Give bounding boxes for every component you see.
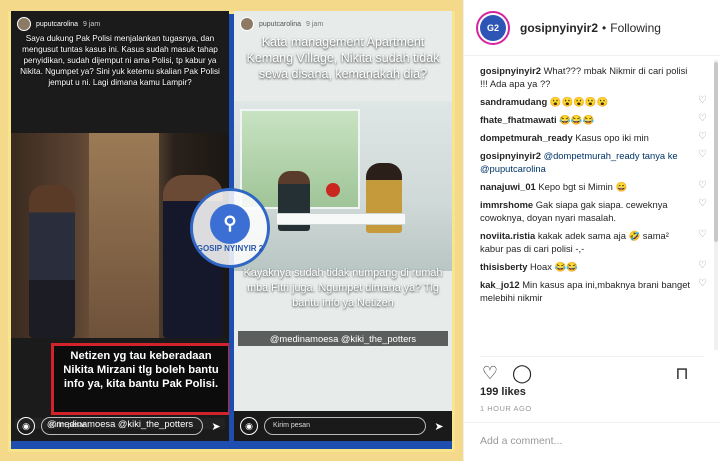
- comment-text: 😮😮😮😮😮: [549, 96, 609, 107]
- comment-text: Hoax 😂😂: [530, 261, 578, 272]
- story-message-field[interactable]: Kirim pesan: [41, 417, 203, 435]
- heart-icon[interactable]: ♡: [698, 114, 708, 124]
- story-username: puputcarolina: [36, 20, 79, 28]
- comment-item: dompetmurah_ready Kasus opo iki min ♡: [480, 131, 710, 144]
- comment-item: immrshome Gak siapa gak siapa. ceweknya …: [480, 198, 710, 224]
- story-caption-top: Kata management Apartment Kemang Village…: [246, 35, 440, 81]
- heart-icon[interactable]: ♡: [698, 181, 708, 191]
- post-timestamp: 1 HOUR AGO: [480, 404, 532, 413]
- instagram-post-view: puputcarolina 9 jam Saya dukung Pak Poli…: [0, 0, 720, 461]
- avatar-logo-icon: G2: [480, 14, 506, 41]
- table: [276, 213, 406, 225]
- story-time: 9 jam: [83, 20, 101, 28]
- highlighted-notice: Netizen yg tau keberadaan Nikita Mirzani…: [51, 343, 229, 415]
- story-reply-bar: ◉ Kirim pesan ➤: [234, 411, 452, 441]
- heart-icon[interactable]: ♡: [698, 96, 708, 106]
- profile-avatar[interactable]: G2: [476, 10, 510, 45]
- comment-username[interactable]: thisisberty: [480, 261, 527, 272]
- story-caption: Saya dukung Pak Polisi menjalankan tugas…: [20, 34, 220, 87]
- story-username: puputcarolina: [259, 20, 302, 28]
- post-image[interactable]: puputcarolina 9 jam Saya dukung Pak Poli…: [0, 0, 463, 461]
- heart-icon[interactable]: ♡: [698, 150, 708, 160]
- comment-username[interactable]: nanajuwi_01: [480, 181, 536, 192]
- scrollbar-thumb[interactable]: [714, 62, 718, 242]
- story-header: puputcarolina 9 jam: [240, 17, 323, 31]
- comment-item: nanajuwi_01 Kepo bgt si Mimin 😄 ♡: [480, 180, 710, 193]
- heart-icon[interactable]: ♡: [698, 132, 708, 142]
- comment-item: kak_jo12 Min kasus apa ini,mbaknya brani…: [480, 278, 710, 304]
- story-mention: @medinamoesa @kiki_the_potters: [238, 331, 448, 346]
- story-avatar: [17, 17, 31, 31]
- comment-username[interactable]: gosipnyinyir2: [480, 150, 541, 161]
- comment-text: Kasus opo iki min: [575, 132, 649, 143]
- comment-username[interactable]: dompetmurah_ready: [480, 132, 573, 143]
- comment-text: Kepo bgt si Mimin 😄: [538, 181, 628, 192]
- story-message-field[interactable]: Kirim pesan: [264, 417, 426, 435]
- flower-vase: [326, 183, 340, 197]
- comments-list: gosipnyinyir2 What??? mbak Nikmir di car…: [480, 64, 710, 346]
- comment-item: noviita.ristia kakak adek sama aja 🤣 sam…: [480, 229, 710, 255]
- likes-count[interactable]: 199 likes: [480, 386, 526, 398]
- person-left: [29, 185, 75, 338]
- add-comment-input[interactable]: Add a comment...: [464, 422, 720, 461]
- camera-icon[interactable]: ◉: [240, 417, 258, 435]
- heart-icon[interactable]: ♡: [698, 279, 708, 289]
- like-heart-icon[interactable]: ♡: [480, 363, 500, 384]
- comment-icon[interactable]: ◯: [512, 363, 532, 384]
- comment-username[interactable]: kak_jo12: [480, 279, 520, 290]
- comment-item: gosipnyinyir2 What??? mbak Nikmir di car…: [480, 64, 710, 90]
- send-icon[interactable]: ➤: [432, 420, 446, 433]
- comment-item: sandramudang 😮😮😮😮😮 ♡: [480, 95, 710, 108]
- comment-username[interactable]: gosipnyinyir2: [480, 65, 541, 76]
- camera-icon[interactable]: ◉: [17, 417, 35, 435]
- comment-item: gosipnyinyir2 @dompetmurah_ready tanya k…: [480, 149, 710, 175]
- watermark-icon: ⚲: [210, 203, 250, 244]
- watermark-logo: ⚲ GOSIP NYINYIR 2: [190, 188, 270, 268]
- comment-item: thisisberty Hoax 😂😂 ♡: [480, 260, 710, 273]
- profile-username[interactable]: gosipnyinyir2: [520, 21, 598, 35]
- heart-icon[interactable]: ♡: [698, 230, 708, 240]
- heart-icon[interactable]: ♡: [698, 199, 708, 209]
- story-caption-bottom: Kayaknya sudah tidak numpang di rumah mb…: [243, 267, 443, 309]
- separator-dot: •: [602, 20, 607, 35]
- send-icon[interactable]: ➤: [209, 420, 223, 433]
- post-actions: ♡ ◯ ⊓: [480, 356, 704, 384]
- photo-meeting-room: [234, 101, 452, 271]
- post-header: G2 gosipnyinyir2 • Following: [464, 0, 720, 56]
- bookmark-icon[interactable]: ⊓: [672, 364, 692, 384]
- following-button[interactable]: Following: [610, 21, 661, 35]
- comment-text: 😂😂😂: [559, 114, 595, 125]
- story-header: puputcarolina 9 jam: [17, 17, 100, 31]
- story-time: 9 jam: [306, 20, 324, 28]
- post-sidebar: G2 gosipnyinyir2 • Following gosipnyinyi…: [463, 0, 720, 461]
- watermark-text: GOSIP NYINYIR 2: [196, 243, 264, 253]
- heart-icon[interactable]: ♡: [698, 261, 708, 271]
- comment-username[interactable]: noviita.ristia: [480, 230, 535, 241]
- comment-username[interactable]: sandramudang: [480, 96, 547, 107]
- story-reply-bar: ◉ Kirim pesan ➤: [11, 411, 229, 441]
- story-avatar: [240, 17, 254, 31]
- comment-username[interactable]: immrshome: [480, 199, 533, 210]
- comment-username[interactable]: fhate_fhatmawati: [480, 114, 557, 125]
- comment-item: fhate_fhatmawati 😂😂😂 ♡: [480, 113, 710, 126]
- door: [89, 133, 159, 338]
